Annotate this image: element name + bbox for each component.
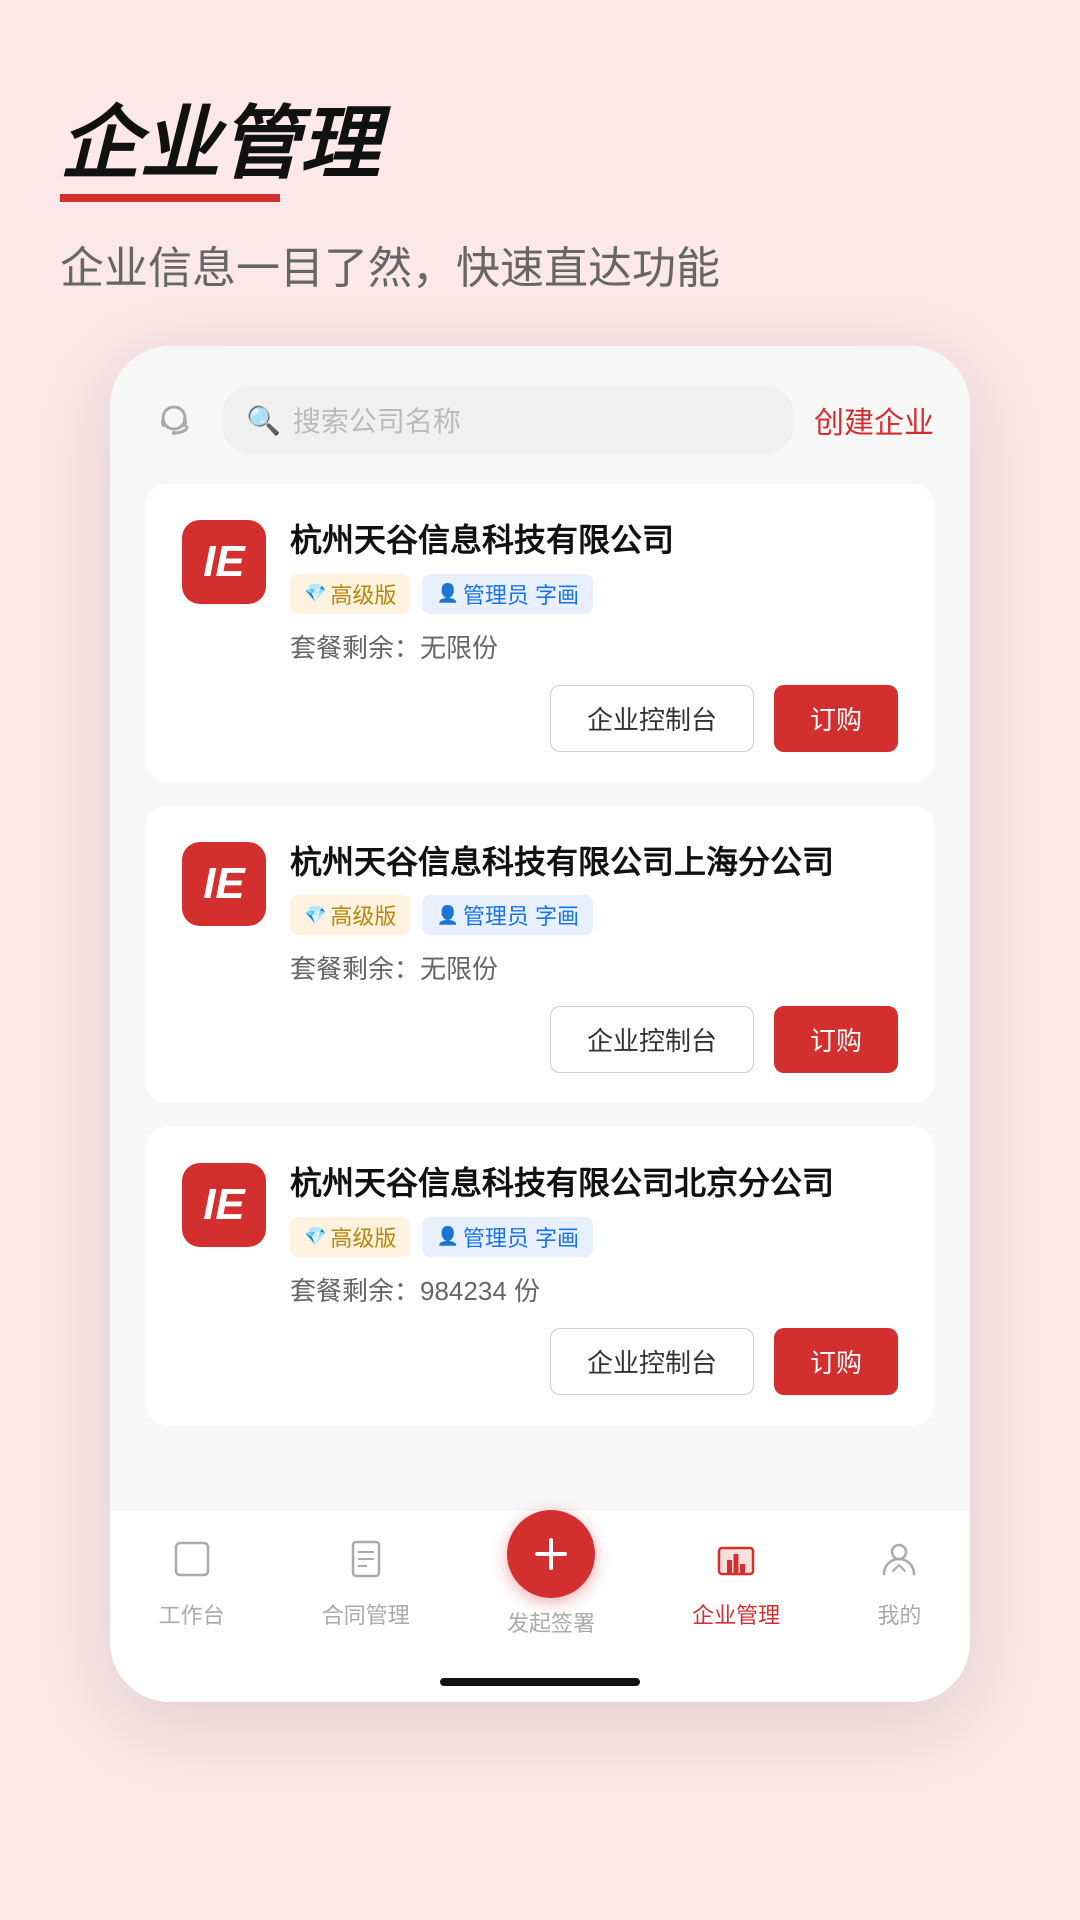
order-button-3[interactable]: 订购: [774, 1328, 898, 1395]
vip-tag-1: 高级版: [290, 574, 410, 614]
fab-sign-button[interactable]: [507, 1510, 595, 1598]
search-placeholder: 搜索公司名称: [293, 400, 461, 440]
company-logo-1: IE: [182, 520, 266, 604]
tab-contract[interactable]: 合同管理: [322, 1538, 410, 1630]
search-input-wrap[interactable]: 🔍 搜索公司名称: [222, 386, 794, 454]
company-list: IE 杭州天谷信息科技有限公司 高级版 管理员 字画 套餐剩余：无限份: [146, 484, 934, 1449]
page-subtitle: 企业信息一目了然，快速直达功能: [60, 232, 1020, 296]
tab-sign[interactable]: 发起签署: [507, 1530, 595, 1638]
search-icon: 🔍: [246, 404, 281, 437]
enterprise-icon: [715, 1538, 757, 1590]
tab-sign-label: 发起签署: [507, 1606, 595, 1638]
admin-tag-3: 管理员 字画: [422, 1217, 593, 1257]
company-name-3: 杭州天谷信息科技有限公司北京分公司: [290, 1163, 898, 1205]
console-button-1[interactable]: 企业控制台: [550, 685, 754, 752]
company-quota-3: 套餐剩余：984234 份: [290, 1271, 898, 1308]
company-logo-2: IE: [182, 842, 266, 926]
headset-icon[interactable]: [146, 392, 202, 448]
company-name-2: 杭州天谷信息科技有限公司上海分公司: [290, 842, 898, 884]
page-header: 企业管理 企业信息一目了然，快速直达功能: [60, 100, 1020, 296]
company-card-2: IE 杭州天谷信息科技有限公司上海分公司 高级版 管理员 字画 套餐剩余：无限份: [146, 806, 934, 1104]
company-card-1: IE 杭州天谷信息科技有限公司 高级版 管理员 字画 套餐剩余：无限份: [146, 484, 934, 782]
tab-mine[interactable]: 我的: [877, 1538, 921, 1630]
company-actions-3: 企业控制台 订购: [182, 1328, 898, 1395]
company-info-3: 杭州天谷信息科技有限公司北京分公司 高级版 管理员 字画 套餐剩余：984234…: [290, 1163, 898, 1308]
phone-content: 🔍 搜索公司名称 创建企业 IE 杭州天谷信息科技有限公司 高级版 管理员 字画: [110, 346, 970, 1509]
company-info-1: 杭州天谷信息科技有限公司 高级版 管理员 字画 套餐剩余：无限份: [290, 520, 898, 665]
home-bar: [440, 1678, 640, 1686]
company-header-1: IE 杭州天谷信息科技有限公司 高级版 管理员 字画 套餐剩余：无限份: [182, 520, 898, 665]
tab-workbench[interactable]: 工作台: [159, 1538, 225, 1630]
company-tags-2: 高级版 管理员 字画: [290, 895, 898, 935]
company-quota-1: 套餐剩余：无限份: [290, 628, 898, 665]
admin-tag-2: 管理员 字画: [422, 895, 593, 935]
order-button-1[interactable]: 订购: [774, 685, 898, 752]
tab-enterprise-label: 企业管理: [692, 1598, 780, 1630]
company-card-3: IE 杭州天谷信息科技有限公司北京分公司 高级版 管理员 字画 套餐剩余：984…: [146, 1127, 934, 1425]
order-button-2[interactable]: 订购: [774, 1006, 898, 1073]
tab-contract-label: 合同管理: [322, 1598, 410, 1630]
company-header-3: IE 杭州天谷信息科技有限公司北京分公司 高级版 管理员 字画 套餐剩余：984…: [182, 1163, 898, 1308]
page-title: 企业管理: [60, 100, 380, 202]
search-bar-row: 🔍 搜索公司名称 创建企业: [146, 386, 934, 454]
company-header-2: IE 杭州天谷信息科技有限公司上海分公司 高级版 管理员 字画 套餐剩余：无限份: [182, 842, 898, 987]
console-button-2[interactable]: 企业控制台: [550, 1006, 754, 1073]
company-actions-2: 企业控制台 订购: [182, 1006, 898, 1073]
create-enterprise-button[interactable]: 创建企业: [814, 398, 934, 442]
company-quota-2: 套餐剩余：无限份: [290, 949, 898, 986]
company-actions-1: 企业控制台 订购: [182, 685, 898, 752]
tab-bar: 工作台 合同管理 发起签署: [110, 1509, 970, 1668]
console-button-3[interactable]: 企业控制台: [550, 1328, 754, 1395]
tab-enterprise[interactable]: 企业管理: [692, 1538, 780, 1630]
company-logo-3: IE: [182, 1163, 266, 1247]
workbench-icon: [171, 1538, 213, 1590]
home-indicator: [110, 1668, 970, 1702]
tab-workbench-label: 工作台: [159, 1598, 225, 1630]
admin-tag-1: 管理员 字画: [422, 574, 593, 614]
tab-mine-label: 我的: [877, 1598, 921, 1630]
bottom-spacer: [146, 1449, 934, 1509]
mine-icon: [878, 1538, 920, 1590]
contract-icon: [345, 1538, 387, 1590]
vip-tag-3: 高级版: [290, 1217, 410, 1257]
company-info-2: 杭州天谷信息科技有限公司上海分公司 高级版 管理员 字画 套餐剩余：无限份: [290, 842, 898, 987]
company-name-1: 杭州天谷信息科技有限公司: [290, 520, 898, 562]
vip-tag-2: 高级版: [290, 895, 410, 935]
phone-mockup: 🔍 搜索公司名称 创建企业 IE 杭州天谷信息科技有限公司 高级版 管理员 字画: [110, 346, 970, 1702]
company-tags-3: 高级版 管理员 字画: [290, 1217, 898, 1257]
company-tags-1: 高级版 管理员 字画: [290, 574, 898, 614]
